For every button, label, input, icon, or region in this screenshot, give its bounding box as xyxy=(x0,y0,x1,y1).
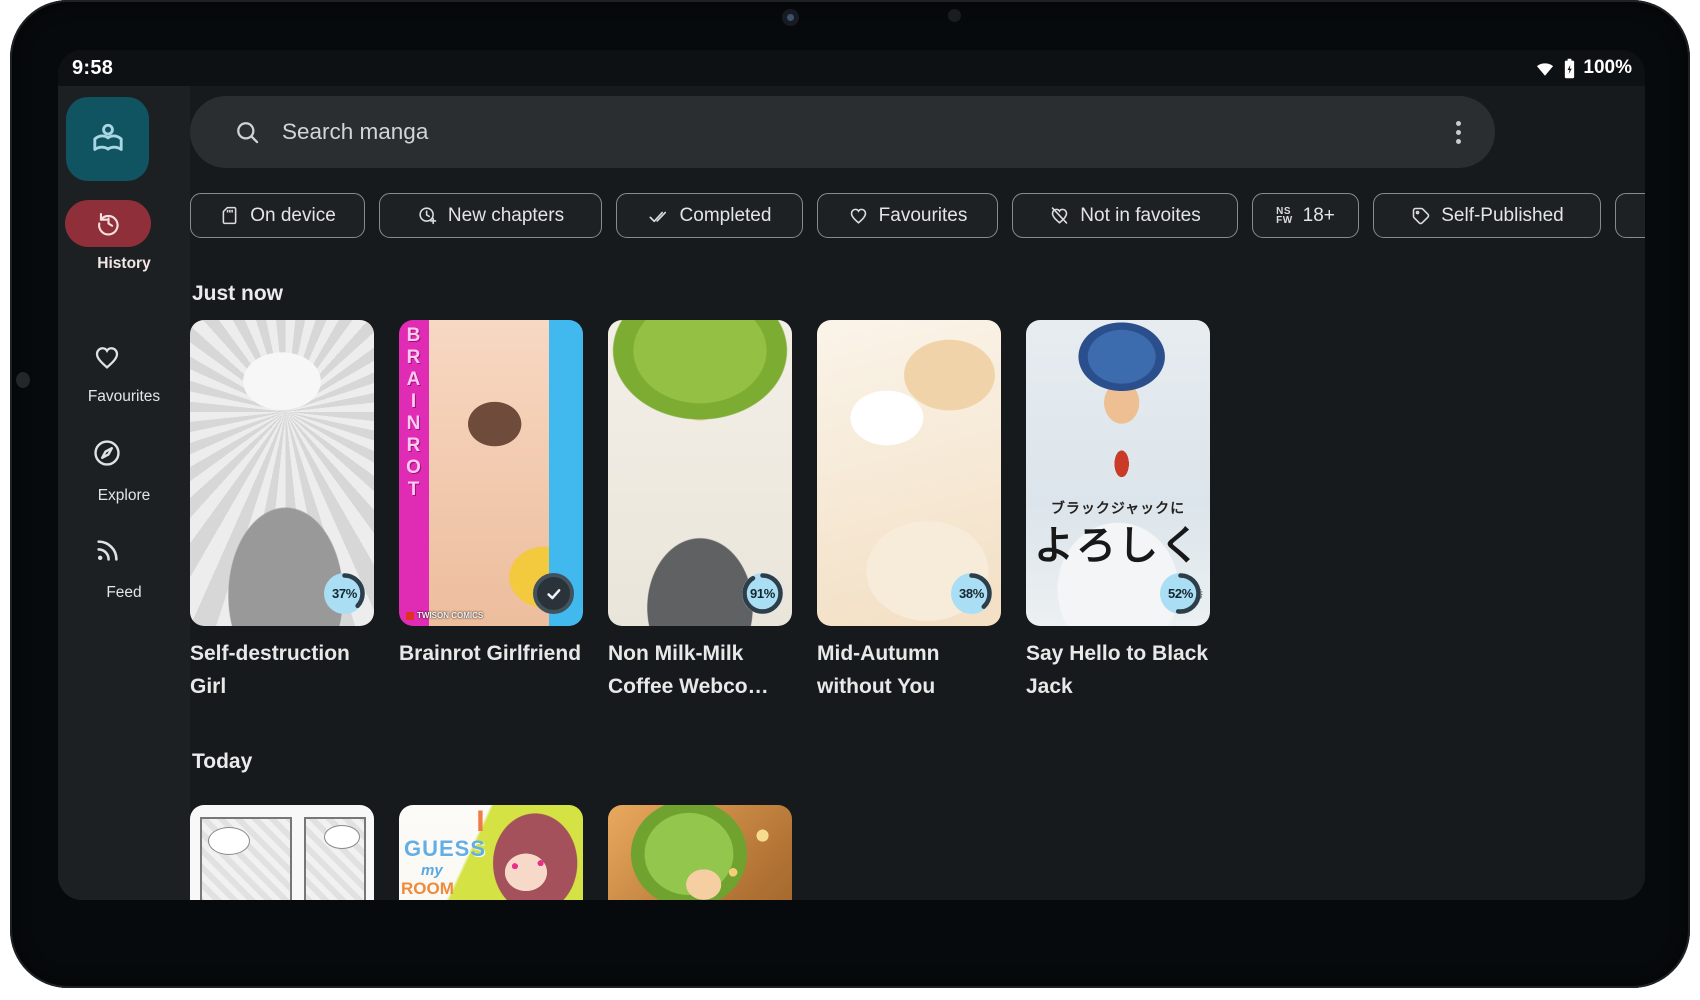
rss-icon[interactable] xyxy=(94,536,122,564)
check-icon xyxy=(544,584,564,604)
cover-text-i: I xyxy=(476,805,484,839)
manga-title: Brainrot Girlfriend xyxy=(399,637,583,670)
heart-off-icon xyxy=(1049,205,1070,226)
progress-badge: 37% xyxy=(324,573,365,614)
clock-plus-icon xyxy=(417,205,438,226)
speech-bubble xyxy=(324,825,360,849)
cover-side-text: BRAINROT xyxy=(402,325,424,501)
cover-art xyxy=(190,805,374,900)
manga-card-mid-autumn-without-you[interactable]: 38% Mid-Autumn without You xyxy=(817,320,1001,703)
chip-label: Completed xyxy=(680,205,772,227)
progress-badge: 91% xyxy=(742,573,783,614)
cover-art: 38% xyxy=(817,320,1001,626)
manga-card-today-1[interactable] xyxy=(190,805,374,900)
cover-art: 91% xyxy=(608,320,792,626)
search-icon xyxy=(234,119,261,146)
wifi-icon xyxy=(1534,57,1556,79)
section-title-today: Today xyxy=(192,750,252,774)
speech-bubble xyxy=(208,827,250,855)
side-button xyxy=(16,372,30,388)
filter-chip-row: On device New chapters Completed xyxy=(190,193,1645,238)
chip-not-in-favourites[interactable]: Not in favoites xyxy=(1012,193,1238,238)
history-icon xyxy=(95,210,122,237)
tag-icon xyxy=(1410,205,1431,226)
overflow-menu-button[interactable] xyxy=(1456,121,1461,144)
status-bar: 9:58 100% xyxy=(58,50,1645,86)
search-bar[interactable]: Search manga xyxy=(190,96,1495,168)
chip-label: On device xyxy=(250,205,336,227)
nav-rail: History Favourites Explore Feed xyxy=(58,86,190,900)
ambient-sensor xyxy=(948,9,961,22)
battery-charging-icon xyxy=(1563,57,1576,80)
completed-badge xyxy=(533,573,574,614)
cover-text-my: my xyxy=(421,862,443,879)
manga-card-brainrot-girlfriend[interactable]: BRAINROT TWISON COMICS Brainrot Girlfrie… xyxy=(399,320,583,703)
heart-icon[interactable] xyxy=(92,342,122,372)
nsfw-icon: NSFW xyxy=(1276,207,1293,225)
sd-card-icon xyxy=(219,205,240,226)
manga-card-non-milk-milk-coffee[interactable]: 91% Non Milk-Milk Coffee Webco… xyxy=(608,320,792,703)
sidebar-label-feed: Feed xyxy=(58,584,190,602)
front-camera xyxy=(782,9,799,26)
battery-percent: 100% xyxy=(1583,57,1632,79)
status-icons: 100% xyxy=(1534,57,1632,80)
chip-18-plus[interactable]: NSFW 18+ xyxy=(1252,193,1359,238)
chip-partial[interactable] xyxy=(1615,193,1645,238)
cover-art: I GUESS my ROOM xyxy=(399,805,583,900)
cover-art: ブラックジャックに よろしく 佐藤 秀 52% xyxy=(1026,320,1210,626)
progress-value: 38% xyxy=(951,573,992,614)
progress-value: 52% xyxy=(1160,573,1201,614)
chip-favourites[interactable]: Favourites xyxy=(817,193,998,238)
manga-title: Say Hello to Black Jack xyxy=(1026,637,1210,703)
chip-on-device[interactable]: On device xyxy=(190,193,365,238)
cover-text-room: ROOM xyxy=(401,879,454,899)
chip-completed[interactable]: Completed xyxy=(616,193,803,238)
progress-badge: 38% xyxy=(951,573,992,614)
cover-art: BRAINROT TWISON COMICS xyxy=(399,320,583,626)
clock: 9:58 xyxy=(72,57,113,80)
cover-art xyxy=(608,805,792,900)
progress-value: 37% xyxy=(324,573,365,614)
manga-title: Self-destruction Girl xyxy=(190,637,374,703)
sidebar-label-history: History xyxy=(58,255,190,273)
chip-label: Favourites xyxy=(879,205,968,227)
manga-title: Non Milk-Milk Coffee Webco… xyxy=(608,637,792,703)
comic-panel xyxy=(200,817,292,900)
page: 9:58 100% xyxy=(0,0,1700,1000)
progress-badge: 52% xyxy=(1160,573,1201,614)
compass-icon[interactable] xyxy=(91,437,123,469)
manga-title: Mid-Autumn without You xyxy=(817,637,1001,703)
manga-card-self-destruction-girl[interactable]: 37% Self-destruction Girl xyxy=(190,320,374,703)
progress-value: 91% xyxy=(742,573,783,614)
cover-title-large: よろしく xyxy=(1026,513,1210,571)
sidebar-label-explore: Explore xyxy=(58,487,190,505)
sidebar-label-favourites: Favourites xyxy=(58,388,190,406)
manga-card-today-3[interactable] xyxy=(608,805,792,900)
sidebar-item-history[interactable] xyxy=(65,200,151,247)
cover-text-guess: GUESS xyxy=(404,836,486,862)
search-placeholder: Search manga xyxy=(282,119,428,145)
heart-icon xyxy=(848,205,869,226)
double-check-icon xyxy=(648,205,670,227)
manga-card-say-hello-to-black-jack[interactable]: ブラックジャックに よろしく 佐藤 秀 52% Say Hello to Bla… xyxy=(1026,320,1210,703)
chip-self-published[interactable]: Self-Published xyxy=(1373,193,1601,238)
history-row-today: I GUESS my ROOM xyxy=(190,805,792,900)
chip-label: 18+ xyxy=(1303,205,1335,227)
manga-card-today-2[interactable]: I GUESS my ROOM xyxy=(399,805,583,900)
chip-label: New chapters xyxy=(448,205,564,227)
app-logo-icon xyxy=(86,117,130,161)
cover-art: 37% xyxy=(190,320,374,626)
tablet-frame: 9:58 100% xyxy=(10,0,1690,988)
chip-label: Not in favoites xyxy=(1080,205,1200,227)
app-logo-button[interactable] xyxy=(66,97,149,181)
cover-publisher-text: TWISON COMICS xyxy=(406,611,483,620)
chip-new-chapters[interactable]: New chapters xyxy=(379,193,602,238)
app-screen: 9:58 100% xyxy=(58,50,1645,900)
section-title-just-now: Just now xyxy=(192,282,283,306)
history-row-just-now: 37% Self-destruction Girl BRAINROT TWISO… xyxy=(190,320,1210,703)
chip-label: Self-Published xyxy=(1441,205,1564,227)
